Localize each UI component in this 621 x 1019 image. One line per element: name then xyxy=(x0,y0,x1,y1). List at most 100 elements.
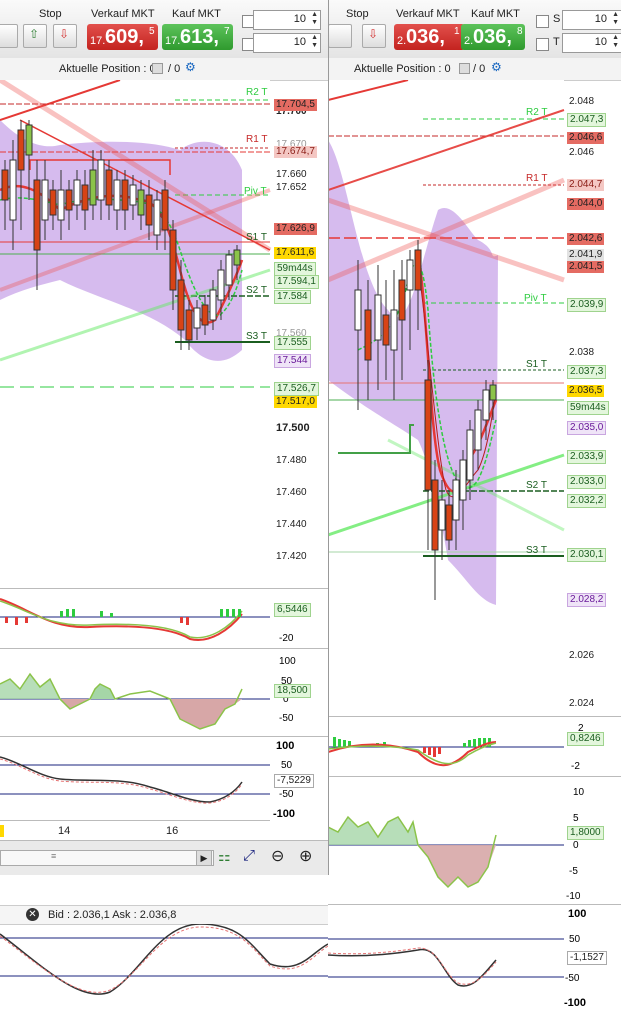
bottom-stoch-bleed xyxy=(0,924,328,995)
left-stoch-tag: -7,5229 xyxy=(274,774,314,788)
stepper-arrows-icon: ▲ ▼ xyxy=(612,34,619,49)
left-chart-window: ⇧ ⇩ Stop Verkauf MKT Kauf MKT 17. 609, 5… xyxy=(0,0,329,875)
right-position-close-icon[interactable] xyxy=(459,63,470,74)
left-r1-tag: 17.674,7 xyxy=(274,146,317,158)
right-r1c-tag: 2.044,0 xyxy=(567,198,605,210)
right-macd-panel[interactable]: 2 -2 xyxy=(328,716,621,777)
svg-text:-20: -20 xyxy=(279,633,294,644)
scroll-right-icon[interactable]: ▶ xyxy=(196,850,212,866)
svg-text:5: 5 xyxy=(573,813,579,824)
left-stop-sell-icon[interactable]: ⇩ xyxy=(53,24,77,48)
left-rsi-tag: 18,500 xyxy=(274,684,311,698)
right-piv-tag: 2.039,9 xyxy=(567,298,607,312)
left-t-stepper[interactable]: 10 ▲ ▼ xyxy=(253,33,321,53)
right-macd-tag: 0,8246 xyxy=(567,732,604,746)
bid-ask-bar: ✕ Bid : 2.036,1 Ask : 2.036,8 xyxy=(0,905,328,925)
svg-text:-50: -50 xyxy=(279,713,294,724)
left-axis-label: 17.460 xyxy=(276,487,307,498)
right-buy-label: Kauf MKT xyxy=(471,8,520,20)
left-sell-label: Verkauf MKT xyxy=(91,8,155,20)
right-s2a-tag: 2.033,9 xyxy=(567,450,607,464)
left-trade-toolbar: ⇧ ⇩ Stop Verkauf MKT Kauf MKT 17. 609, 5… xyxy=(0,0,328,59)
svg-text:S1 T: S1 T xyxy=(246,232,267,243)
right-axis-label: 2.026 xyxy=(569,650,595,661)
chart-type-icon[interactable]: ⚏ xyxy=(218,848,231,865)
svg-text:-50: -50 xyxy=(565,973,580,984)
right-s3-tag: 2.030,1 xyxy=(567,548,607,562)
right-main-chart[interactable]: R2 T R1 T Piv T S1 T S2 T S3 T xyxy=(328,80,621,716)
svg-text:100: 100 xyxy=(276,740,294,752)
right-piv-text: Piv T xyxy=(524,293,547,304)
right-stop-sell-icon[interactable]: ⇩ xyxy=(362,24,386,48)
left-order-icon[interactable] xyxy=(0,24,18,48)
right-order-icon[interactable] xyxy=(328,24,352,48)
left-last-tag: 17.611,6 xyxy=(274,247,317,259)
left-s3-tag: 17.555 xyxy=(274,336,311,350)
zoom-out-icon[interactable]: ⊖ xyxy=(271,846,284,866)
zoom-in-icon[interactable]: ⊕ xyxy=(299,846,312,866)
left-position-text2: / 0 xyxy=(168,63,181,75)
right-t-checkbox[interactable] xyxy=(536,38,549,51)
svg-text:Piv T: Piv T xyxy=(244,186,267,197)
left-position-text: Aktuelle Position : 0 xyxy=(59,63,156,75)
bid-ask-close-icon[interactable]: ✕ xyxy=(26,908,39,921)
left-s-stepper[interactable]: 10 ▲ ▼ xyxy=(253,10,321,30)
svg-text:50: 50 xyxy=(569,934,581,945)
right-sell-label: Verkauf MKT xyxy=(396,8,460,20)
svg-text:-5: -5 xyxy=(569,866,578,877)
right-trade-toolbar: ⇩ Stop Verkauf MKT Kauf MKT 2. 036, 1 2.… xyxy=(328,0,621,59)
right-low-tag: 2.028,2 xyxy=(567,593,607,607)
right-gear-icon[interactable]: ⚙ xyxy=(491,60,502,74)
right-s-checkbox[interactable] xyxy=(536,15,549,28)
right-last-tag: 2.036,5 xyxy=(567,385,605,397)
left-axis-label: 17.480 xyxy=(276,455,307,466)
right-s-label: S xyxy=(553,13,561,25)
svg-text:10: 10 xyxy=(573,787,585,798)
right-time-tag: 59m44s xyxy=(567,401,609,415)
svg-text:-2: -2 xyxy=(571,761,580,772)
right-s1-text: S1 T xyxy=(526,359,547,370)
right-rsi-neg xyxy=(418,845,496,887)
left-position-bar: Aktuelle Position : 0 / 0 ⚙ xyxy=(0,58,328,81)
left-sell-button[interactable]: 17. 609, 5 xyxy=(87,24,158,50)
right-r1-text: R1 T xyxy=(526,173,548,184)
svg-text:S2 T: S2 T xyxy=(246,285,267,296)
right-sell-button[interactable]: 2. 036, 1 xyxy=(394,24,465,50)
svg-text:-100: -100 xyxy=(564,997,586,1009)
svg-text:R2 T: R2 T xyxy=(246,87,268,98)
right-rsi-tag: 1,8000 xyxy=(567,826,604,840)
right-s2b-tag: 2.032,2 xyxy=(567,494,607,508)
stepper-arrows-icon: ▲ ▼ xyxy=(311,11,318,26)
right-band-tag: 2.035,0 xyxy=(567,421,607,435)
right-rsi-panel[interactable]: 10 5 0 -5 -10 xyxy=(328,776,621,905)
right-axis-label: 2.048 xyxy=(569,96,595,107)
svg-text:S3 T: S3 T xyxy=(246,331,267,342)
left-stop-label: Stop xyxy=(39,8,62,20)
svg-text:R1 T: R1 T xyxy=(246,134,268,145)
left-buy-button[interactable]: 17. 613, 7 xyxy=(162,24,233,50)
left-gear-icon[interactable]: ⚙ xyxy=(185,60,196,74)
right-stop-label: Stop xyxy=(346,8,369,20)
zoom-fit-icon[interactable]: ⤢ xyxy=(243,847,255,864)
left-date-axis: 14 16 xyxy=(0,820,270,841)
svg-text:-50: -50 xyxy=(279,789,294,800)
left-r2-tag: 17.704,5 xyxy=(274,99,317,111)
stepper-arrows-icon: ▲ ▼ xyxy=(311,34,318,49)
right-r1b-tag: 2.046,6 xyxy=(567,132,605,144)
right-position-text: Aktuelle Position : 0 xyxy=(354,63,451,75)
date-label: 16 xyxy=(166,825,179,837)
right-buy-button[interactable]: 2. 036, 8 xyxy=(461,24,525,50)
right-t-stepper[interactable]: 10 ▲ ▼ xyxy=(562,33,621,53)
right-s-stepper[interactable]: 10 ▲ ▼ xyxy=(562,10,621,30)
date-marker xyxy=(0,825,4,837)
left-stop-buy-icon[interactable]: ⇧ xyxy=(23,24,47,48)
right-s2-tag: 2.033,0 xyxy=(567,475,607,489)
left-macd-panel[interactable]: -20 xyxy=(0,588,328,649)
left-axis-label: 17.652 xyxy=(276,182,307,193)
right-chart-window: ⇩ Stop Verkauf MKT Kauf MKT 2. 036, 1 2.… xyxy=(328,0,621,1019)
right-s2-text: S2 T xyxy=(526,480,547,491)
left-position-close-icon[interactable] xyxy=(152,63,163,74)
left-pivot-tag: 17.626,9 xyxy=(274,223,317,235)
horizontal-scrollbar[interactable]: ≡ xyxy=(0,850,214,866)
svg-text:-10: -10 xyxy=(566,891,581,902)
